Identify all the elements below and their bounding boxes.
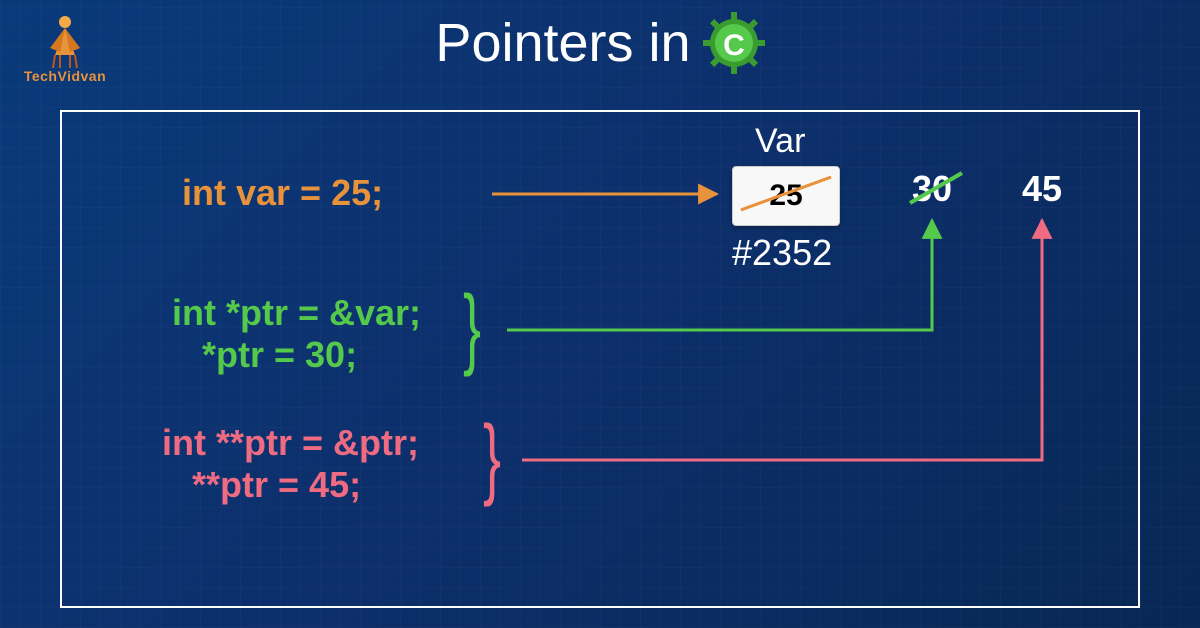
logo: TechVidvan xyxy=(20,10,110,84)
svg-text:C: C xyxy=(723,29,745,62)
code-line-3b: **ptr = 45; xyxy=(162,464,419,506)
code-row-2: int *ptr = &var; *ptr = 30; xyxy=(172,292,421,376)
var-address: #2352 xyxy=(732,232,832,274)
value-45: 45 xyxy=(1022,168,1062,210)
title-text: Pointers in xyxy=(435,12,690,74)
logo-text: TechVidvan xyxy=(20,68,110,84)
var-label: Var xyxy=(755,122,805,161)
brace-pink-icon: } xyxy=(483,407,501,510)
brace-green-icon: } xyxy=(463,277,481,380)
c-gear-icon: C xyxy=(703,12,765,74)
var-box: 25 xyxy=(732,166,840,226)
code-line-1: int var = 25; xyxy=(182,172,383,214)
code-row-3: int **ptr = &ptr; **ptr = 45; xyxy=(162,422,419,506)
code-row-1: int var = 25; xyxy=(182,172,383,214)
page-title: Pointers in C xyxy=(0,0,1200,74)
code-line-2b: *ptr = 30; xyxy=(172,334,421,376)
code-line-2a: int *ptr = &var; xyxy=(172,292,421,334)
content-frame: int var = 25; int *ptr = &var; *ptr = 30… xyxy=(60,110,1140,608)
logo-icon xyxy=(35,10,95,70)
code-line-3a: int **ptr = &ptr; xyxy=(162,422,419,464)
arrow-green-icon xyxy=(507,220,932,330)
